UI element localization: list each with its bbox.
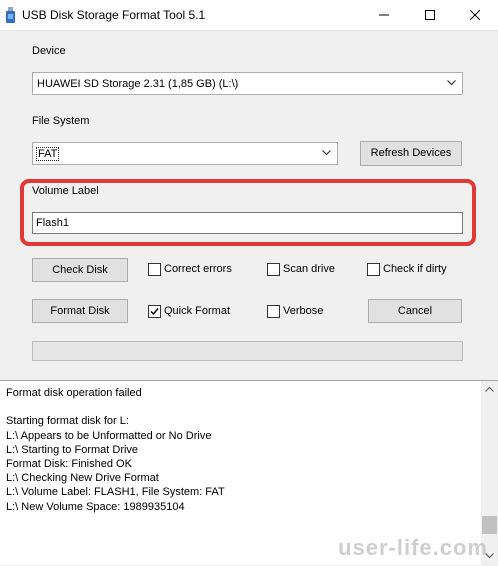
minimize-icon bbox=[379, 14, 389, 16]
check-if-dirty-checkbox[interactable] bbox=[367, 263, 380, 276]
cancel-button[interactable]: Cancel bbox=[368, 299, 462, 323]
check-if-dirty-label: Check if dirty bbox=[383, 263, 447, 275]
chevron-up-icon bbox=[485, 386, 494, 392]
chevron-down-icon bbox=[322, 150, 331, 156]
correct-errors-checkbox[interactable] bbox=[148, 263, 161, 276]
log-line: L:\ Appears to be Unformatted or No Driv… bbox=[6, 429, 212, 442]
log-line: Format Disk: Finished OK bbox=[6, 457, 132, 470]
log-line: Format disk operation failed bbox=[6, 387, 142, 399]
maximize-icon bbox=[425, 10, 435, 20]
close-button[interactable] bbox=[452, 0, 498, 30]
log-line: L:\ Starting to Format Drive bbox=[6, 443, 139, 456]
check-disk-button[interactable]: Check Disk bbox=[32, 258, 128, 282]
refresh-devices-button[interactable]: Refresh Devices bbox=[360, 141, 462, 166]
scan-drive-checkbox[interactable] bbox=[267, 263, 280, 276]
correct-errors-label: Correct errors bbox=[164, 263, 232, 275]
device-label: Device bbox=[32, 45, 66, 57]
log-line: L:\ Volume Label: FLASH1, File System: F… bbox=[6, 486, 225, 499]
chevron-down-icon bbox=[447, 80, 456, 86]
log-line: L:\ New Volume Space: 1989935104 bbox=[6, 500, 185, 513]
close-icon bbox=[470, 10, 480, 20]
verbose-label: Verbose bbox=[283, 305, 324, 317]
highlight-box bbox=[20, 179, 476, 246]
title-bar: USB Disk Storage Format Tool 5.1 bbox=[0, 0, 498, 31]
usb-drive-icon bbox=[6, 7, 15, 23]
scrollbar-thumb[interactable] bbox=[482, 516, 497, 534]
checkmark-icon bbox=[150, 308, 159, 316]
minimize-button[interactable] bbox=[361, 0, 407, 30]
progress-bar bbox=[32, 341, 463, 361]
quick-format-label: Quick Format bbox=[164, 305, 231, 317]
verbose-checkbox[interactable] bbox=[267, 305, 280, 318]
format-disk-button[interactable]: Format Disk bbox=[32, 299, 128, 323]
watermark: user-life.com bbox=[338, 535, 488, 560]
log-line: Starting format disk for L: bbox=[6, 415, 129, 428]
device-selected-value: HUAWEI SD Storage 2.31 (1,85 GB) (L:\) bbox=[37, 78, 239, 90]
maximize-button[interactable] bbox=[407, 0, 453, 30]
file-system-dropdown[interactable]: FAT bbox=[32, 142, 338, 165]
log-line: L:\ Checking New Drive Format bbox=[6, 472, 159, 485]
quick-format-checkbox[interactable] bbox=[148, 305, 161, 318]
file-system-selected-value: FAT bbox=[36, 147, 60, 161]
window-title: USB Disk Storage Format Tool 5.1 bbox=[22, 8, 206, 22]
log-lines: Format disk operation failed Starting fo… bbox=[6, 386, 225, 514]
file-system-label: File System bbox=[32, 115, 90, 127]
scan-drive-label: Scan drive bbox=[283, 263, 335, 275]
device-dropdown[interactable]: HUAWEI SD Storage 2.31 (1,85 GB) (L:\) bbox=[32, 72, 463, 95]
